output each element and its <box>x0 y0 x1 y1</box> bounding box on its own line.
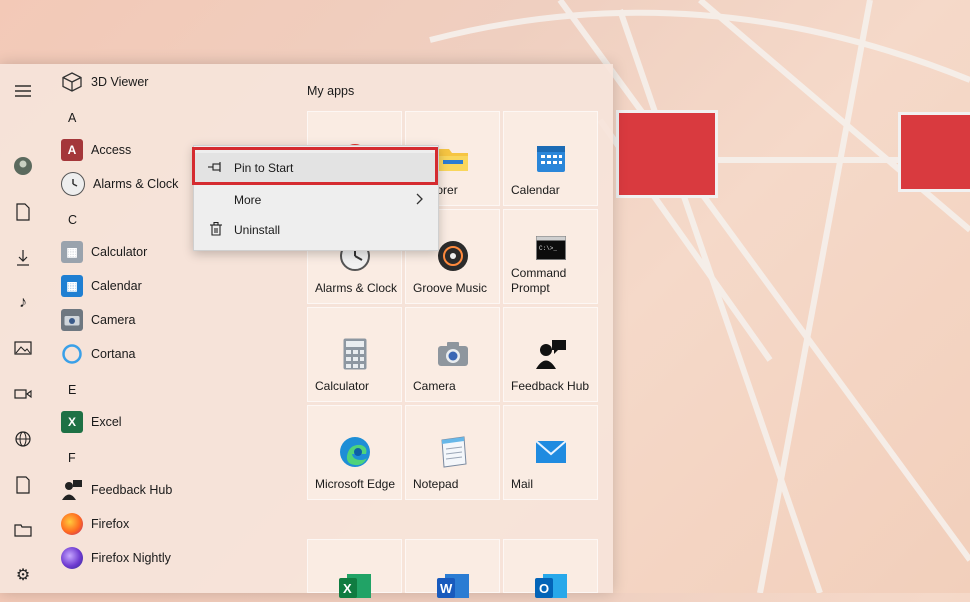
tile-command-prompt[interactable]: C:\>_ Command Prompt <box>503 209 598 304</box>
list-item-3d-viewer[interactable]: 3D Viewer <box>56 67 148 97</box>
section-header-a[interactable]: A <box>68 111 76 125</box>
cortana-icon <box>61 343 83 365</box>
tile-label: Mail <box>511 477 534 491</box>
highlight-annotation-box <box>192 147 438 185</box>
clock-icon <box>61 172 85 196</box>
menu-item-label: Uninstall <box>234 223 281 237</box>
tile-label: Feedback Hub <box>511 379 590 393</box>
excel-icon: X <box>339 570 371 602</box>
list-item-firefox-nightly[interactable]: Firefox Nightly <box>56 543 171 573</box>
documents-icon[interactable] <box>12 201 34 223</box>
terminal-icon: C:\>_ <box>535 232 567 264</box>
mail-icon <box>535 436 567 468</box>
list-item-alarms-clock[interactable]: Alarms & Clock <box>56 169 178 199</box>
notepad-icon <box>437 436 469 468</box>
list-item-camera[interactable]: Camera <box>56 305 135 335</box>
calendar-icon: ▦ <box>61 275 83 297</box>
tile-label: Camera <box>413 379 456 393</box>
tile-outlook[interactable]: O <box>503 539 598 598</box>
calculator-icon <box>339 338 371 370</box>
excel-icon: X <box>61 411 83 433</box>
tile-word[interactable]: W <box>405 539 500 598</box>
list-item-label: Alarms & Clock <box>93 177 179 191</box>
personal-folder-icon[interactable] <box>12 474 34 496</box>
cube-icon <box>61 71 83 93</box>
hamburger-menu-icon[interactable] <box>12 80 34 102</box>
list-item-label: Access <box>91 143 132 157</box>
tile-label: Notepad <box>413 477 459 491</box>
tile-label: Command Prompt <box>511 266 567 295</box>
cabin-right <box>898 112 970 192</box>
app-list: 3D Viewer A A Access Alarms & Clock C ▦ … <box>56 64 296 593</box>
svg-text:W: W <box>440 581 453 596</box>
tile-mail[interactable]: Mail <box>503 405 598 500</box>
tile-excel[interactable]: X <box>307 539 402 598</box>
firefox-nightly-icon <box>61 547 83 569</box>
list-item-label: Calculator <box>91 245 148 259</box>
list-item-label: Camera <box>91 313 136 327</box>
downloads-icon[interactable] <box>12 247 34 269</box>
camera-icon <box>437 338 469 370</box>
outlook-icon: O <box>535 570 567 602</box>
pictures-icon[interactable] <box>12 337 34 359</box>
list-item-access[interactable]: A Access <box>56 135 131 165</box>
tile-microsoft-edge[interactable]: Microsoft Edge <box>307 405 402 500</box>
music-icon[interactable]: ♪ <box>12 292 34 314</box>
list-item-label: 3D Viewer <box>91 75 149 89</box>
tile-label: Calendar <box>511 183 560 197</box>
edge-icon <box>339 436 371 468</box>
tile-label: Groove Music <box>413 281 488 295</box>
word-icon: W <box>437 570 469 602</box>
calculator-icon: ▦ <box>61 241 83 263</box>
feedback-icon <box>61 479 83 501</box>
tile-calculator[interactable]: Calculator <box>307 307 402 402</box>
list-item-label: Excel <box>91 415 122 429</box>
trash-icon <box>208 221 224 239</box>
section-header-f[interactable]: F <box>68 451 76 465</box>
access-icon: A <box>61 139 83 161</box>
cabin-left <box>616 110 718 198</box>
file-explorer-icon[interactable] <box>12 519 34 541</box>
videos-icon[interactable] <box>12 383 34 405</box>
tile-notepad[interactable]: Notepad <box>405 405 500 500</box>
menu-item-more[interactable]: More <box>194 185 438 215</box>
section-header-e[interactable]: E <box>68 383 76 397</box>
list-item-label: Feedback Hub <box>91 483 173 497</box>
svg-text:C:\>_: C:\>_ <box>539 245 557 252</box>
list-item-label: Calendar <box>91 279 142 293</box>
settings-gear-icon[interactable]: ⚙ <box>12 564 34 586</box>
list-item-calculator[interactable]: ▦ Calculator <box>56 237 147 267</box>
menu-item-uninstall[interactable]: Uninstall <box>194 215 438 245</box>
list-item-label: Cortana <box>91 347 136 361</box>
start-menu: ♪ ⚙ 3D Viewer A A Access Alarms & Clock … <box>0 64 613 598</box>
section-header-c[interactable]: C <box>68 213 77 227</box>
feedback-icon <box>535 338 567 370</box>
tile-label: Microsoft Edge <box>315 477 396 491</box>
firefox-icon <box>61 513 83 535</box>
tile-camera[interactable]: Camera <box>405 307 500 402</box>
folder-icon <box>437 142 469 174</box>
tile-group-title[interactable]: My apps <box>307 84 354 98</box>
list-item-label: Firefox Nightly <box>91 551 171 565</box>
tile-label: Calculator <box>315 379 370 393</box>
list-item-cortana[interactable]: Cortana <box>56 339 135 369</box>
list-item-firefox[interactable]: Firefox <box>56 509 129 539</box>
network-globe-icon[interactable] <box>12 428 34 450</box>
svg-text:O: O <box>539 581 549 596</box>
tile-label: Alarms & Clock <box>315 281 398 295</box>
tile-calendar[interactable]: Calendar <box>503 111 598 206</box>
list-item-excel[interactable]: X Excel <box>56 407 122 437</box>
menu-item-label: More <box>234 193 262 207</box>
list-item-label: Firefox <box>91 517 130 531</box>
start-rail: ♪ ⚙ <box>0 64 46 593</box>
svg-text:X: X <box>343 581 352 596</box>
chevron-right-icon <box>416 192 424 208</box>
music-disc-icon <box>437 240 469 272</box>
list-item-feedback-hub[interactable]: Feedback Hub <box>56 475 172 505</box>
list-item-calendar[interactable]: ▦ Calendar <box>56 271 142 301</box>
camera-icon <box>61 309 83 331</box>
tile-feedback-hub[interactable]: Feedback Hub <box>503 307 598 402</box>
calendar-icon <box>535 142 567 174</box>
user-avatar-icon[interactable] <box>12 155 34 177</box>
